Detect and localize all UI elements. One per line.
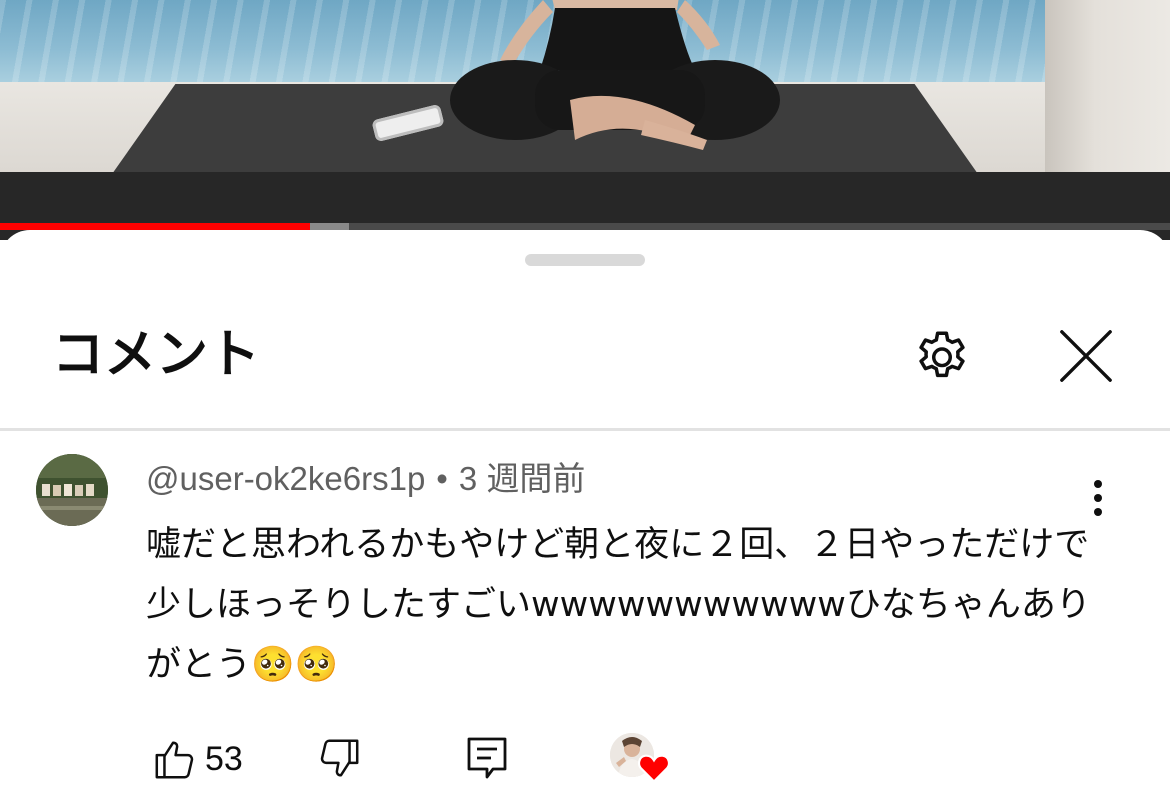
comment-settings-button[interactable]	[906, 320, 978, 392]
video-scene-person	[450, 0, 780, 150]
comment-author-handle[interactable]: @user-ok2ke6rs1p	[146, 460, 425, 497]
comments-sheet-title: コメント	[52, 325, 261, 385]
comment-text: 嘘だと思われるかもやけど朝と夜に２回、２日やっただけで少しほっそりしたすごいww…	[146, 525, 1091, 685]
close-icon	[1060, 330, 1112, 382]
close-comments-button[interactable]	[1050, 320, 1122, 392]
video-frame[interactable]	[0, 0, 1170, 172]
creator-heart-badge[interactable]	[610, 733, 676, 793]
like-button[interactable]	[140, 727, 210, 791]
gear-icon	[919, 331, 965, 378]
thumbs-up-icon	[155, 741, 194, 779]
comment-action-bar: 53	[0, 727, 1170, 797]
header-divider	[0, 428, 1170, 431]
video-player[interactable]	[0, 0, 1170, 240]
youtube-app-screen: コメント @user-ok2ke6rs1p • 3 週間前 嘘だと思われるかもや…	[0, 0, 1170, 801]
comments-sheet: コメント @user-ok2ke6rs1p • 3 週間前 嘘だと思われるかもや…	[0, 230, 1170, 801]
more-vert-icon	[1094, 480, 1102, 516]
comment-item: @user-ok2ke6rs1p • 3 週間前 嘘だと思われるかもやけど朝と夜に２…	[0, 452, 1170, 801]
avatar-image	[36, 454, 108, 526]
dislike-button[interactable]	[304, 727, 374, 791]
reply-button[interactable]	[452, 727, 522, 791]
like-count: 53	[205, 740, 243, 778]
video-scene-wall	[1045, 0, 1170, 172]
comment-meta: @user-ok2ke6rs1p • 3 週間前	[146, 454, 585, 504]
thumbs-down-icon	[320, 739, 359, 777]
video-progress-bar[interactable]	[0, 223, 1170, 230]
video-progress-played	[0, 223, 311, 230]
reply-comment-icon	[467, 737, 507, 779]
sheet-drag-handle[interactable]	[525, 254, 645, 266]
comment-author-avatar[interactable]	[36, 454, 108, 526]
heart-icon	[638, 754, 670, 783]
comment-timestamp[interactable]: 3 週間前	[459, 460, 586, 497]
meta-separator: •	[436, 460, 448, 497]
